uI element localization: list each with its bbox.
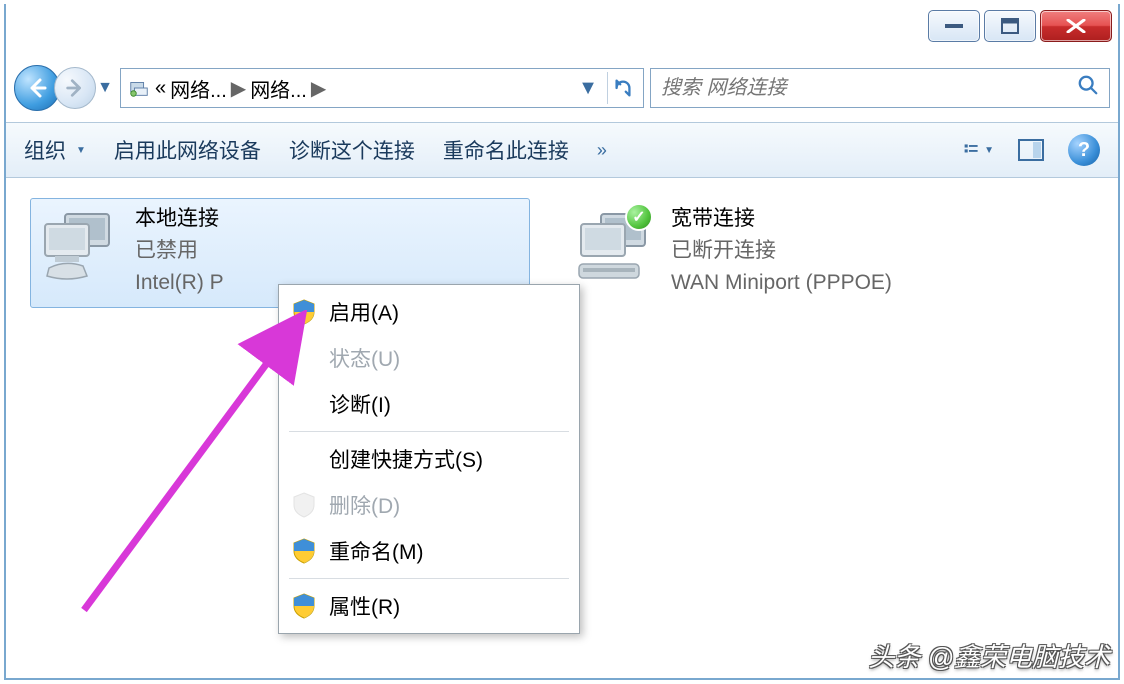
menu-rename[interactable]: 重命名(M) — [281, 528, 577, 574]
connection-item-broadband[interactable]: ✓ 宽带连接 已断开连接 WAN Miniport (PPPOE) — [566, 198, 1066, 308]
breadcrumb-part-1[interactable]: 网络... — [170, 74, 227, 103]
menu-separator — [289, 578, 569, 579]
toolbar-overflow[interactable]: » — [597, 140, 607, 161]
menu-diagnose[interactable]: 诊断(I) — [281, 381, 577, 427]
menu-label: 诊断(I) — [329, 389, 391, 419]
shield-icon — [289, 591, 319, 621]
menu-properties[interactable]: 属性(R) — [281, 583, 577, 629]
network-adapter-icon: ✓ — [573, 205, 657, 291]
breadcrumb-separator-icon: ▶ — [231, 76, 246, 101]
location-icon — [127, 76, 151, 100]
diagnose-button[interactable]: 诊断这个连接 — [289, 135, 415, 165]
minimize-button[interactable] — [928, 10, 980, 42]
preview-pane-button[interactable] — [1016, 136, 1046, 164]
menu-separator — [289, 431, 569, 432]
refresh-button[interactable] — [607, 72, 637, 104]
menu-delete: 删除(D) — [281, 482, 577, 528]
search-bar[interactable] — [650, 68, 1110, 108]
organize-menu[interactable]: 组织 — [24, 135, 86, 165]
menu-label: 状态(U) — [329, 343, 400, 373]
nav-history-dropdown[interactable]: ▼ — [96, 67, 114, 109]
menu-create-shortcut[interactable]: 创建快捷方式(S) — [281, 436, 577, 482]
connection-name: 宽带连接 — [671, 205, 892, 233]
titlebar — [6, 4, 1118, 54]
context-menu: 启用(A) 状态(U) 诊断(I) 创建快捷方式(S) 删除(D) 重命名(M) — [278, 284, 580, 634]
menu-label: 删除(D) — [329, 490, 400, 520]
address-bar[interactable]: « 网络... ▶ 网络... ▶ ▼ — [120, 68, 644, 108]
connection-name: 本地连接 — [135, 205, 224, 233]
close-button[interactable] — [1040, 10, 1112, 42]
breadcrumb[interactable]: « 网络... ▶ 网络... ▶ — [155, 74, 326, 103]
shield-icon — [289, 536, 319, 566]
nav-buttons: ▼ — [14, 65, 114, 111]
enable-device-button[interactable]: 启用此网络设备 — [114, 135, 261, 165]
status-ok-badge-icon: ✓ — [625, 203, 653, 231]
menu-status: 状态(U) — [281, 335, 577, 381]
maximize-button[interactable] — [984, 10, 1036, 42]
breadcrumb-prefix: « — [155, 77, 166, 100]
connection-device: WAN Miniport (PPPOE) — [671, 269, 892, 297]
search-icon[interactable] — [1077, 74, 1099, 102]
breadcrumb-part-2[interactable]: 网络... — [250, 74, 307, 103]
menu-label: 重命名(M) — [329, 536, 423, 566]
help-button[interactable]: ? — [1068, 134, 1100, 166]
menu-label: 属性(R) — [329, 591, 400, 621]
breadcrumb-separator-icon: ▶ — [311, 76, 326, 101]
forward-button[interactable] — [54, 67, 96, 109]
address-dropdown-button[interactable]: ▼ — [573, 72, 603, 104]
search-input[interactable] — [661, 77, 1077, 100]
shield-icon — [289, 490, 319, 520]
connection-status: 已禁用 — [135, 237, 224, 265]
connection-status: 已断开连接 — [671, 237, 892, 265]
window-frame: ▼ « 网络... ▶ 网络... ▶ ▼ — [4, 4, 1120, 680]
shield-icon — [289, 297, 319, 327]
navigation-bar: ▼ « 网络... ▶ 网络... ▶ ▼ — [6, 60, 1118, 116]
rename-button[interactable]: 重命名此连接 — [443, 135, 569, 165]
view-options-button[interactable] — [964, 136, 994, 164]
network-adapter-icon — [37, 205, 121, 291]
menu-label: 创建快捷方式(S) — [329, 444, 483, 474]
connection-device: Intel(R) P — [135, 269, 224, 297]
watermark-text: 头条 @鑫荣电脑技术 — [868, 637, 1110, 674]
menu-label: 启用(A) — [329, 297, 399, 327]
command-bar: 组织 启用此网络设备 诊断这个连接 重命名此连接 » ? — [6, 122, 1118, 178]
menu-enable[interactable]: 启用(A) — [281, 289, 577, 335]
